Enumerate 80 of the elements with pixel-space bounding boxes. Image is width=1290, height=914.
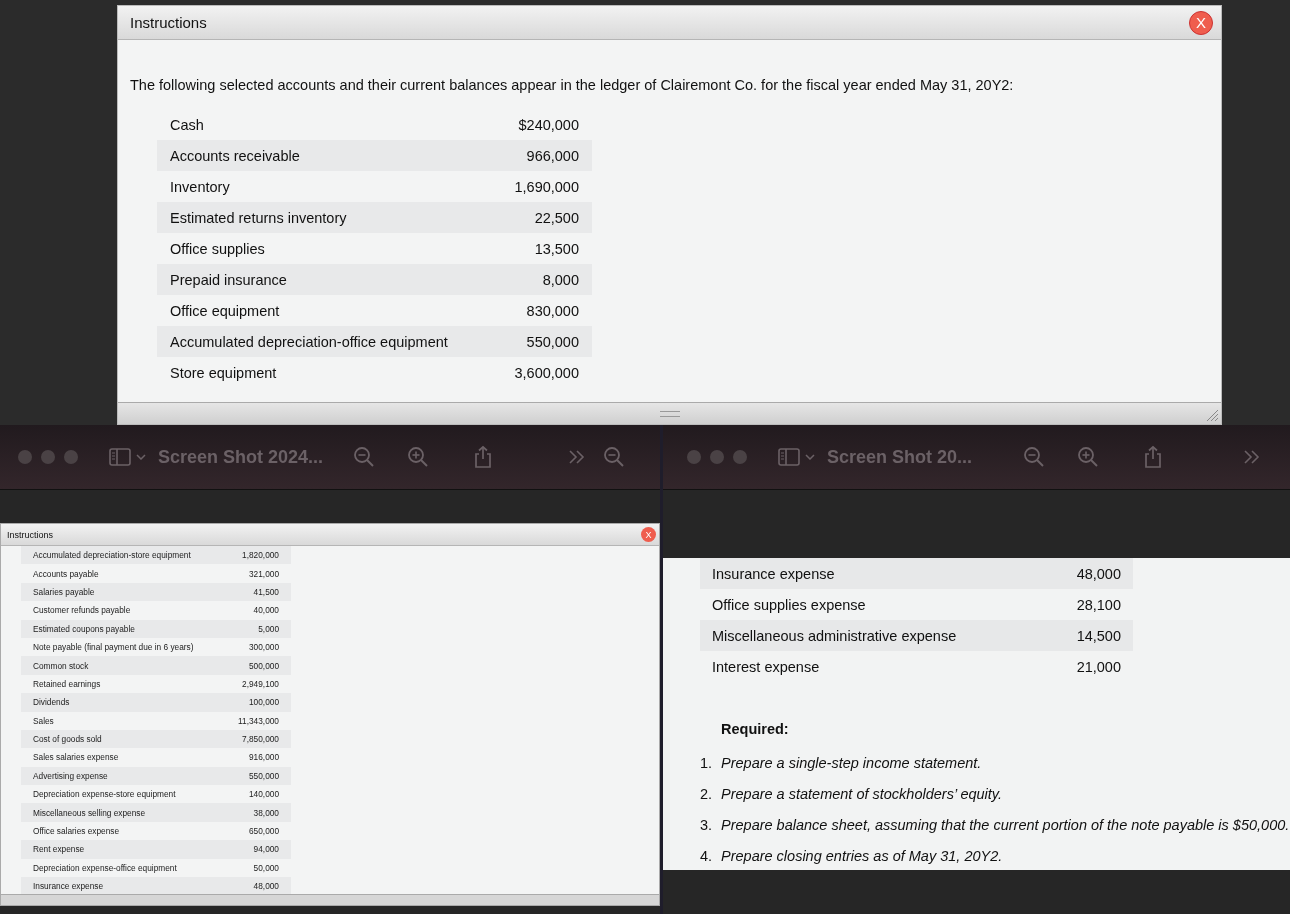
item-number: 1. [700, 754, 714, 771]
account-amount: 11,343,000 [238, 715, 279, 726]
account-name: Miscellaneous administrative expense [712, 627, 957, 644]
requirement-text: Prepare closing entries as of May 31, 20Y2. [721, 847, 1003, 864]
account-amount: 14,500 [1076, 627, 1121, 644]
account-name: Accounts receivable [170, 147, 300, 164]
account-name: Cash [170, 116, 204, 133]
account-amount: 1,690,000 [514, 178, 579, 195]
account-name: Sales salaries expense [33, 752, 119, 763]
item-number: 3. [700, 816, 714, 833]
account-name: Office supplies expense [712, 596, 866, 613]
account-name: Accumulated depreciation-office equipment [170, 333, 448, 350]
account-amount: 2,949,100 [242, 678, 279, 689]
account-name: Insurance expense [33, 881, 104, 892]
account-name: Accumulated depreciation-store equipment [33, 550, 191, 561]
close-button[interactable]: X [641, 527, 656, 542]
account-name: Office equipment [170, 302, 280, 319]
account-amount: 41,500 [253, 586, 279, 597]
account-name: Depreciation expense-office equipment [33, 862, 177, 873]
account-amount: 650,000 [249, 826, 279, 837]
account-amount: $240,000 [518, 116, 579, 133]
account-name: Retained earnings [33, 678, 101, 689]
account-amount: 50,000 [253, 862, 279, 873]
account-name: Office supplies [170, 240, 265, 257]
account-amount: 48,000 [1076, 565, 1121, 582]
account-amount: 300,000 [249, 642, 279, 653]
account-name: Salaries payable [33, 586, 95, 597]
account-name: Office salaries expense [33, 826, 120, 837]
window-title: Screen Shot 20... [827, 446, 973, 468]
account-name: Insurance expense [712, 565, 835, 582]
intro-text: The following selected accounts and their current balances appear in the ledger of Clairemont Co. for the fiscal year ended May 31, 20Y2: [130, 77, 1015, 93]
account-name: Cost of goods sold [33, 734, 102, 745]
account-amount: 28,100 [1076, 596, 1121, 613]
account-amount: 94,000 [253, 844, 279, 855]
account-name: Estimated returns inventory [170, 209, 347, 226]
account-amount: 140,000 [249, 789, 279, 800]
account-amount: 38,000 [253, 807, 279, 818]
account-name: Inventory [170, 178, 230, 195]
account-amount: 5,000 [258, 623, 279, 634]
requirement-text: Prepare balance sheet, assuming that the current portion of the note payable is $50,000. [721, 816, 1290, 833]
account-name: Dividends [33, 697, 70, 708]
account-name: Accounts payable [33, 568, 99, 579]
account-name: Rent expense [33, 844, 85, 855]
account-amount: 916,000 [249, 752, 279, 763]
item-number: 2. [700, 785, 714, 802]
account-name: Customer refunds payable [33, 605, 131, 616]
account-name: Estimated coupons payable [33, 623, 135, 634]
required-heading: Required: [721, 721, 790, 737]
account-amount: 100,000 [249, 697, 279, 708]
account-name: Advertising expense [33, 770, 108, 781]
account-amount: 321,000 [249, 568, 279, 579]
account-name: Common stock [33, 660, 89, 671]
account-amount: 22,500 [534, 209, 579, 226]
account-name: Note payable (final payment due in 6 years) [33, 642, 194, 653]
account-amount: 1,820,000 [242, 550, 279, 561]
account-amount: 21,000 [1076, 658, 1121, 675]
close-button[interactable]: X [1189, 10, 1213, 35]
account-amount: 3,600,000 [514, 364, 579, 381]
dialog-title: Instructions [7, 529, 54, 540]
account-amount: 48,000 [253, 881, 279, 892]
account-name: Prepaid insurance [170, 271, 287, 288]
account-amount: 7,850,000 [242, 734, 279, 745]
account-name: Store equipment [170, 364, 277, 381]
account-amount: 966,000 [526, 147, 579, 164]
account-name: Miscellaneous selling expense [33, 807, 146, 818]
account-amount: 40,000 [253, 605, 279, 616]
account-name: Depreciation expense-store equipment [33, 789, 176, 800]
requirement-text: Prepare a single-step income statement. [721, 754, 982, 771]
dialog-title: Instructions [130, 14, 207, 31]
account-amount: 550,000 [526, 333, 579, 350]
account-name: Sales [33, 715, 54, 726]
item-number: 4. [700, 847, 714, 864]
account-amount: 830,000 [526, 302, 579, 319]
window-title: Screen Shot 2024... [158, 446, 324, 468]
requirement-text: Prepare a statement of stockholders’ equity. [721, 785, 1003, 802]
account-amount: 13,500 [534, 240, 579, 257]
account-name: Interest expense [712, 658, 820, 675]
account-amount: 500,000 [249, 660, 279, 671]
account-amount: 550,000 [249, 770, 279, 781]
account-amount: 8,000 [542, 271, 579, 288]
